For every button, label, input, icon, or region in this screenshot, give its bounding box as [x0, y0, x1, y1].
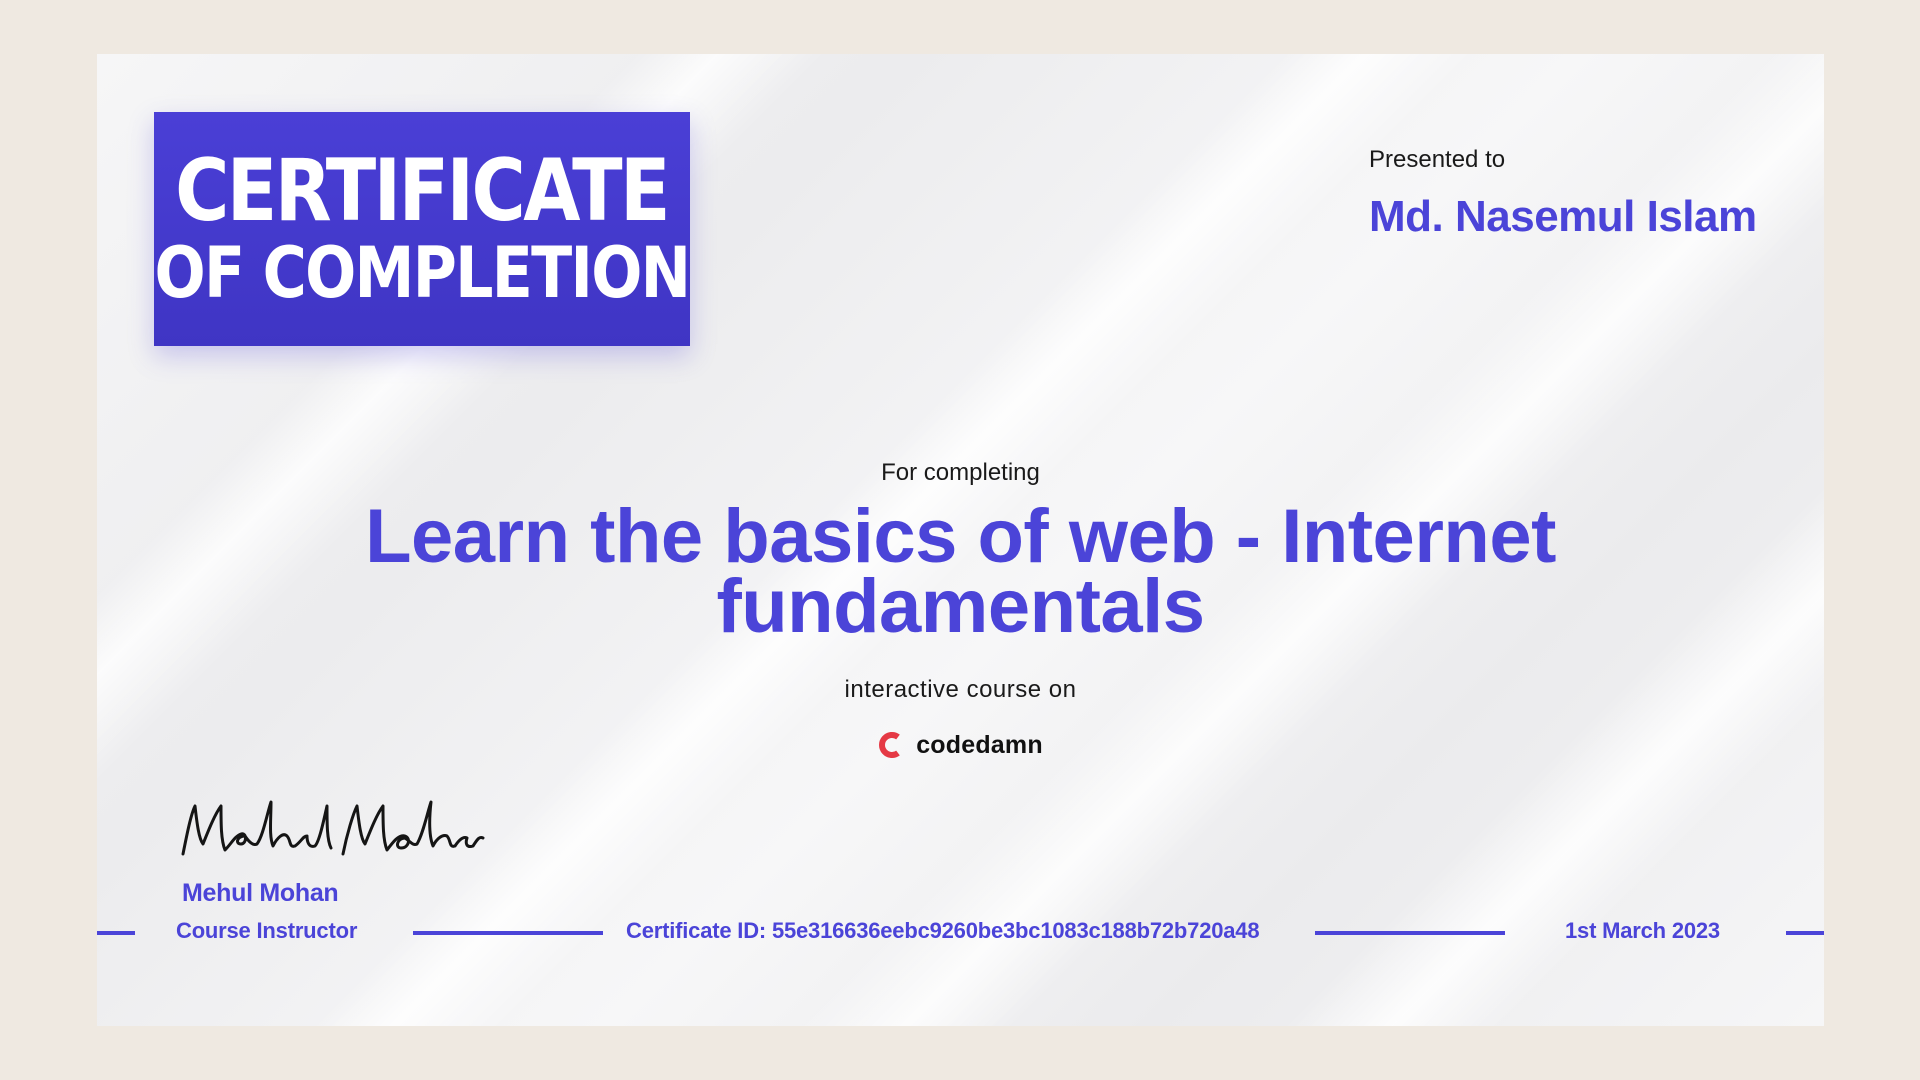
- page: CERTIFICATE OF COMPLETION Presented to M…: [0, 0, 1920, 1080]
- certificate-id: Certificate ID: 55e316636eebc9260be3bc10…: [626, 918, 1260, 943]
- instructor-role: Course Instructor: [176, 918, 358, 943]
- recipient-name: Md. Nasemul Islam: [1369, 192, 1757, 241]
- certificate-title-line2: OF COMPLETION: [154, 232, 692, 314]
- brand-name: codedamn: [916, 730, 1043, 759]
- certificate-title-line1: CERTIFICATE: [175, 141, 671, 241]
- certificate-title-box: CERTIFICATE OF COMPLETION: [154, 112, 692, 346]
- instructor-signature: [177, 784, 487, 874]
- brand: codedamn: [97, 730, 1824, 760]
- course-title-line1: Learn the basics of web - Internet: [365, 494, 1556, 579]
- course-title: Learn the basics of web - Internet funda…: [97, 494, 1824, 649]
- interactive-course-label: interactive course on: [844, 676, 1077, 703]
- codedamn-logo-icon: [878, 730, 904, 760]
- footer-divider-mid-left: [413, 931, 603, 935]
- footer-divider-left: [97, 931, 135, 935]
- instructor-name: Mehul Mohan: [182, 879, 339, 907]
- footer-divider-mid-right: [1315, 931, 1505, 935]
- certificate-date: 1st March 2023: [1565, 918, 1720, 943]
- presented-to-label: Presented to: [1369, 146, 1506, 173]
- course-title-line2: fundamentals: [716, 564, 1205, 649]
- footer-divider-right: [1786, 931, 1824, 935]
- for-completing-label: For completing: [881, 459, 1040, 486]
- certificate-card: CERTIFICATE OF COMPLETION Presented to M…: [97, 54, 1824, 1026]
